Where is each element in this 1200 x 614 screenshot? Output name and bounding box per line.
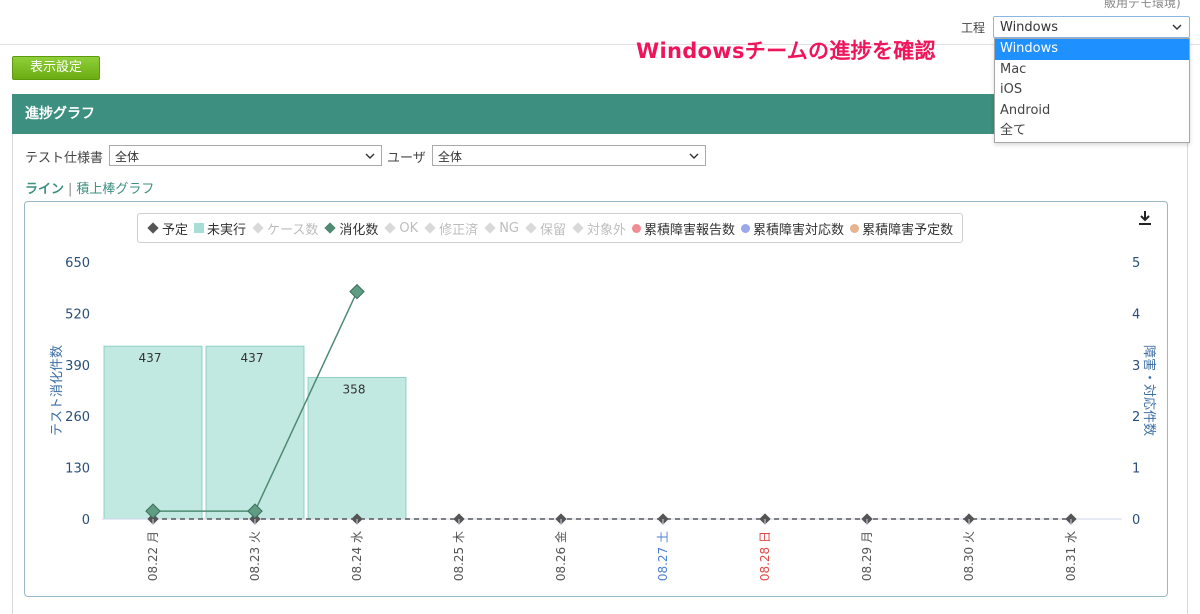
x-tick-label: 08.26 金 xyxy=(553,531,568,581)
x-tick-label: 08.29 月 xyxy=(860,531,874,581)
process-option-mac[interactable]: Mac xyxy=(995,60,1189,81)
x-tick-label: 08.30 火 xyxy=(962,531,976,581)
x-tick-label: 08.28 日 xyxy=(758,531,772,581)
x-tick-label: 08.24 水 xyxy=(350,531,364,581)
y-tick-label: 130 xyxy=(65,462,90,477)
y2-tick-label: 0 xyxy=(1132,513,1140,528)
y2-axis-label: 障害・対応件数 xyxy=(1141,345,1157,436)
x-tick-label: 08.23 火 xyxy=(248,531,262,581)
process-option-ios[interactable]: iOS xyxy=(995,80,1189,101)
bar-unexecuted xyxy=(103,345,203,520)
y-tick-label: 650 xyxy=(65,256,90,271)
process-option-windows[interactable]: Windows xyxy=(995,39,1189,60)
y2-tick-label: 1 xyxy=(1132,462,1140,477)
process-option-android[interactable]: Android xyxy=(995,101,1189,122)
bar-unexecuted xyxy=(205,345,305,520)
bar-data-label: 358 xyxy=(343,382,366,396)
y2-tick-label: 2 xyxy=(1132,410,1140,425)
y2-tick-label: 5 xyxy=(1132,256,1140,271)
y-axis-label: テスト消化件数 xyxy=(50,345,65,436)
process-dropdown: Windows Mac iOS Android 全て xyxy=(994,38,1190,143)
y2-tick-label: 3 xyxy=(1132,359,1140,374)
consumed-point xyxy=(349,283,365,300)
x-tick-label: 08.22 月 xyxy=(146,531,160,581)
x-tick-label: 08.27 土 xyxy=(656,531,670,581)
bar-unexecuted xyxy=(307,376,407,520)
process-option-all[interactable]: 全て xyxy=(995,121,1189,142)
y-tick-label: 260 xyxy=(65,410,90,425)
bar-data-label: 437 xyxy=(139,351,162,365)
y-tick-label: 390 xyxy=(65,359,90,374)
x-tick-label: 08.31 水 xyxy=(1064,531,1078,581)
x-tick-label: 08.25 木 xyxy=(452,531,466,581)
y2-tick-label: 4 xyxy=(1132,307,1140,322)
y-tick-label: 0 xyxy=(82,513,90,528)
bar-data-label: 437 xyxy=(241,351,264,365)
y-tick-label: 520 xyxy=(65,307,90,322)
